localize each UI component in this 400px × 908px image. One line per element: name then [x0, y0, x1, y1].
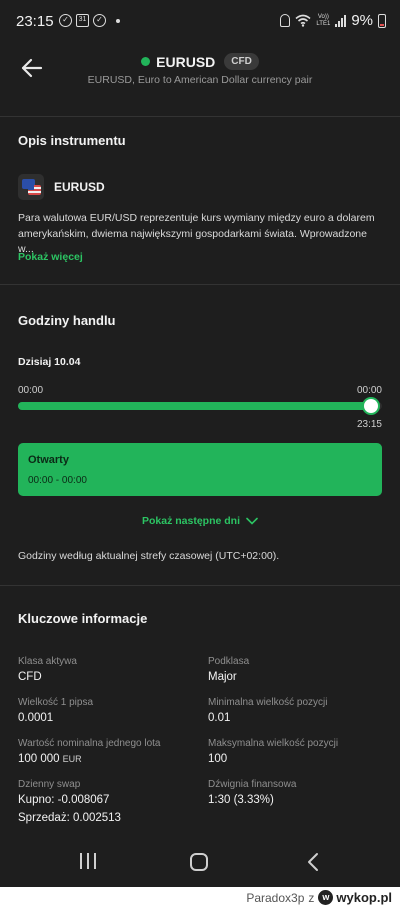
currency-pair-flags-icon [18, 174, 44, 200]
swap-buy-value: Kupno: -0.008067 [18, 794, 110, 806]
show-more-link[interactable]: Pokaż więcej [18, 251, 83, 263]
timezone-note: Godziny według aktualnej strefy czasowej… [18, 550, 280, 562]
home-button[interactable] [190, 853, 208, 871]
leverage-value: 1:30 (3.33%) [208, 794, 274, 806]
recents-icon [80, 853, 82, 869]
min-position-label: Minimalna wielkość pozycji [208, 697, 328, 708]
instrument-type-badge: CFD [224, 53, 259, 70]
wifi-icon [295, 14, 311, 27]
trading-day-label: Dzisiaj 10.04 [18, 356, 81, 368]
trading-hours-title: Godziny handlu [18, 313, 116, 328]
swap-sell-value: Sprzedaż: 0.002513 [18, 812, 121, 824]
current-time-marker [363, 399, 378, 413]
show-next-days-label: Pokaż następne dni [141, 515, 241, 527]
subclass-value: Major [208, 671, 237, 683]
system-navigation-bar [0, 843, 400, 883]
status-time: 23:15 [16, 13, 54, 30]
subclass-label: Podklasa [208, 656, 250, 667]
trading-hours-progress [18, 402, 371, 410]
notification-icons: ✓ 31 ✓ [59, 14, 120, 27]
asset-class-value: CFD [18, 671, 42, 683]
lot-value-currency: EUR [62, 754, 82, 764]
pip-size-value: 0.0001 [18, 712, 54, 724]
max-position-value: 100 [208, 753, 228, 765]
us-flag-icon [28, 185, 41, 195]
daily-swap-label: Dzienny swap [18, 779, 81, 790]
market-status-hours: 00:00 - 00:00 [28, 475, 87, 486]
battery-icon [378, 13, 386, 28]
status-bar: 23:15 ✓ 31 ✓ Vo)) LTE1 9% [0, 0, 400, 44]
watermark-connector: z [308, 890, 315, 905]
asset-class-label: Klasa aktywa [18, 656, 77, 667]
min-position-value: 0.01 [208, 712, 231, 724]
check-circle-icon: ✓ [59, 14, 72, 27]
divider [0, 116, 400, 117]
divider [0, 284, 400, 285]
session-end-time: 00:00 [356, 385, 382, 396]
show-next-days-button[interactable]: Pokaż następne dni [0, 515, 400, 527]
app-header: EURUSD CFD EURUSD, Euro to American Doll… [0, 44, 400, 104]
instrument-description-title: Opis instrumentu [18, 133, 126, 148]
market-status-card: Otwarty 00:00 - 00:00 [18, 443, 382, 496]
leverage-label: Dźwignia finansowa [208, 779, 297, 790]
wykop-logo: w wykop.pl [318, 890, 392, 905]
wykop-logo-icon: w [318, 890, 334, 905]
instrument-subtitle: EURUSD, Euro to American Dollar currency… [87, 74, 313, 86]
check-circle-icon: ✓ [93, 14, 106, 27]
signal-icon [335, 14, 347, 27]
recents-button[interactable] [80, 853, 96, 869]
battery-percent: 9% [351, 12, 373, 29]
calendar-icon: 31 [76, 14, 89, 27]
instrument-name: EURUSD [54, 180, 105, 194]
trading-hours-timeline [18, 402, 382, 410]
instrument-symbol: EURUSD [156, 53, 216, 70]
divider [0, 585, 400, 586]
current-time-label: 23:15 [356, 419, 382, 430]
chevron-left-icon [308, 853, 318, 871]
more-notifications-dot-icon [116, 18, 120, 23]
market-status-title: Otwarty [28, 454, 69, 466]
chevron-down-icon [246, 517, 258, 525]
system-icons: Vo)) LTE1 9% [280, 12, 386, 29]
lot-value-value: 100 000 EUR [18, 753, 82, 765]
wykop-site-name: wykop.pl [336, 890, 392, 905]
instrument-title: EURUSD CFD [0, 53, 400, 70]
volte-indicator: Vo)) LTE1 [316, 13, 331, 27]
session-start-time: 00:00 [18, 385, 44, 396]
key-info-title: Kluczowe informacje [18, 611, 148, 626]
watermark-footer: Paradox3p z w wykop.pl [0, 887, 400, 908]
lot-value-amount: 100 000 [18, 753, 60, 765]
max-position-label: Maksymalna wielkość pozycji [208, 738, 339, 749]
market-open-dot-icon [141, 57, 151, 66]
system-back-button[interactable] [304, 851, 322, 873]
lot-value-label: Wartość nominalna jednego lota [18, 738, 161, 749]
watermark-username: Paradox3p [246, 890, 305, 905]
app-notification-icon [280, 14, 291, 27]
pip-size-label: Wielkość 1 pipsa [18, 697, 94, 708]
